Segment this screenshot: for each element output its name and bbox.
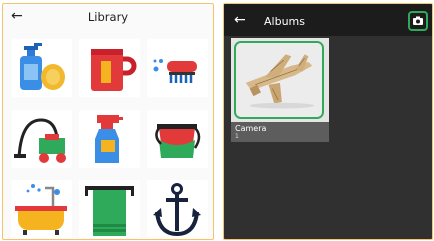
- library-panel: ← Library: [2, 3, 214, 240]
- teapot-icon: [155, 124, 201, 158]
- library-item-anchor[interactable]: [147, 180, 208, 238]
- bathtub-icon: [15, 184, 67, 235]
- mug-icon: [91, 49, 137, 91]
- dish-soap-icon: [20, 43, 65, 90]
- vacuum-cleaner-icon: [14, 118, 66, 163]
- library-item-bathtub[interactable]: [11, 180, 72, 238]
- album-item-camera[interactable]: Camera 1: [231, 38, 329, 142]
- arrow-left-icon[interactable]: ←: [234, 11, 246, 29]
- album-thumbnail: [234, 41, 324, 119]
- camera-button[interactable]: [408, 11, 428, 31]
- library-header: ← Library: [3, 4, 213, 30]
- anchor-icon: [153, 183, 201, 237]
- library-item-spray-bottle[interactable]: [79, 110, 140, 168]
- library-item-towel[interactable]: [79, 180, 140, 238]
- towel-icon: [85, 186, 134, 236]
- airplane-model-photo: [236, 43, 322, 117]
- library-title: Library: [87, 10, 129, 24]
- albums-title: Albums: [264, 15, 305, 28]
- albums-panel: ← Albums Camera 1: [223, 3, 433, 240]
- library-item-mug[interactable]: [79, 39, 140, 97]
- album-caption: Camera 1: [231, 122, 329, 142]
- library-item-dish-soap[interactable]: [11, 39, 72, 97]
- scrub-brush-icon: [153, 59, 197, 83]
- library-item-vacuum-cleaner[interactable]: [11, 110, 72, 168]
- library-item-teapot[interactable]: [147, 110, 208, 168]
- library-item-scrub-brush[interactable]: [147, 39, 208, 97]
- albums-header: ← Albums: [224, 4, 432, 36]
- camera-icon: [413, 16, 423, 25]
- album-count: 1: [235, 133, 239, 140]
- spray-bottle-icon: [95, 115, 123, 163]
- album-name: Camera: [235, 124, 267, 133]
